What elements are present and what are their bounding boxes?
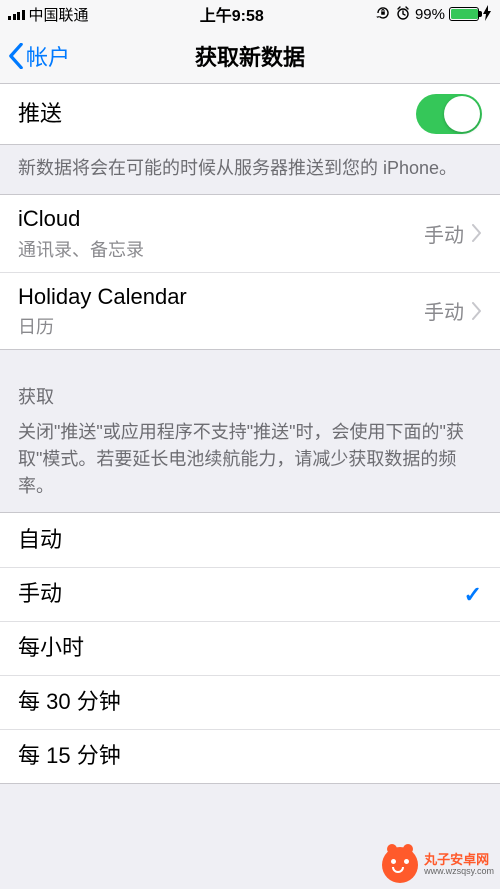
account-value: 手动 — [424, 296, 464, 325]
fetch-option[interactable]: 每小时 — [0, 621, 500, 675]
account-title: iCloud — [18, 205, 424, 234]
account-cell[interactable]: iCloud通讯录、备忘录手动 — [0, 195, 500, 272]
back-button[interactable]: 帐户 — [0, 40, 70, 72]
account-subtitle: 通讯录、备忘录 — [18, 236, 424, 262]
fetch-description: 关闭"推送"或应用程序不支持"推送"时，会使用下面的"获取"模式。若要延长电池续… — [0, 419, 500, 512]
account-value: 手动 — [424, 219, 464, 248]
accounts-group: iCloud通讯录、备忘录手动Holiday Calendar日历手动 — [0, 194, 500, 350]
carrier-label: 中国联通 — [29, 4, 89, 25]
chevron-right-icon — [472, 224, 482, 242]
nav-bar: 帐户 获取新数据 — [0, 28, 500, 84]
fetch-option-label: 每 30 分钟 — [18, 688, 482, 717]
chevron-left-icon — [8, 43, 24, 69]
status-right: 99% — [375, 5, 492, 24]
watermark-logo-icon — [382, 847, 418, 883]
status-left: 中国联通 — [8, 4, 89, 25]
battery-percent: 99% — [415, 6, 445, 23]
watermark-url: www.wzsqsy.com — [424, 867, 494, 877]
account-title: Holiday Calendar — [18, 283, 424, 312]
nav-title: 获取新数据 — [0, 40, 500, 72]
alarm-icon — [395, 5, 411, 24]
battery-icon — [449, 7, 479, 21]
chevron-right-icon — [472, 302, 482, 320]
fetch-option-label: 自动 — [18, 526, 482, 555]
account-subtitle: 日历 — [18, 313, 424, 339]
push-group: 推送 — [0, 84, 500, 145]
fetch-option-label: 手动 — [18, 580, 464, 609]
fetch-header: 获取 — [0, 350, 500, 419]
fetch-option-label: 每 15 分钟 — [18, 742, 482, 771]
signal-icon — [8, 8, 25, 20]
orientation-lock-icon — [375, 5, 391, 24]
push-cell[interactable]: 推送 — [0, 84, 500, 144]
push-toggle[interactable] — [416, 94, 482, 134]
status-bar: 中国联通 上午9:58 99% — [0, 0, 500, 28]
fetch-option[interactable]: 每 30 分钟 — [0, 675, 500, 729]
push-label: 推送 — [18, 100, 416, 129]
status-time: 上午9:58 — [200, 2, 264, 26]
fetch-option[interactable]: 手动✓ — [0, 567, 500, 621]
fetch-option[interactable]: 自动 — [0, 513, 500, 567]
fetch-option[interactable]: 每 15 分钟 — [0, 729, 500, 783]
checkmark-icon: ✓ — [464, 582, 482, 608]
charging-icon — [483, 5, 492, 24]
push-footer: 新数据将会在可能的时候从服务器推送到您的 iPhone。 — [0, 145, 500, 194]
watermark-name: 丸子安卓网 — [424, 853, 494, 867]
fetch-options-group: 自动手动✓ 每小时每 30 分钟每 15 分钟 — [0, 512, 500, 784]
watermark: 丸子安卓网 www.wzsqsy.com — [382, 847, 494, 883]
fetch-option-label: 每小时 — [18, 634, 482, 663]
account-cell[interactable]: Holiday Calendar日历手动 — [0, 272, 500, 350]
back-label: 帐户 — [26, 40, 70, 72]
